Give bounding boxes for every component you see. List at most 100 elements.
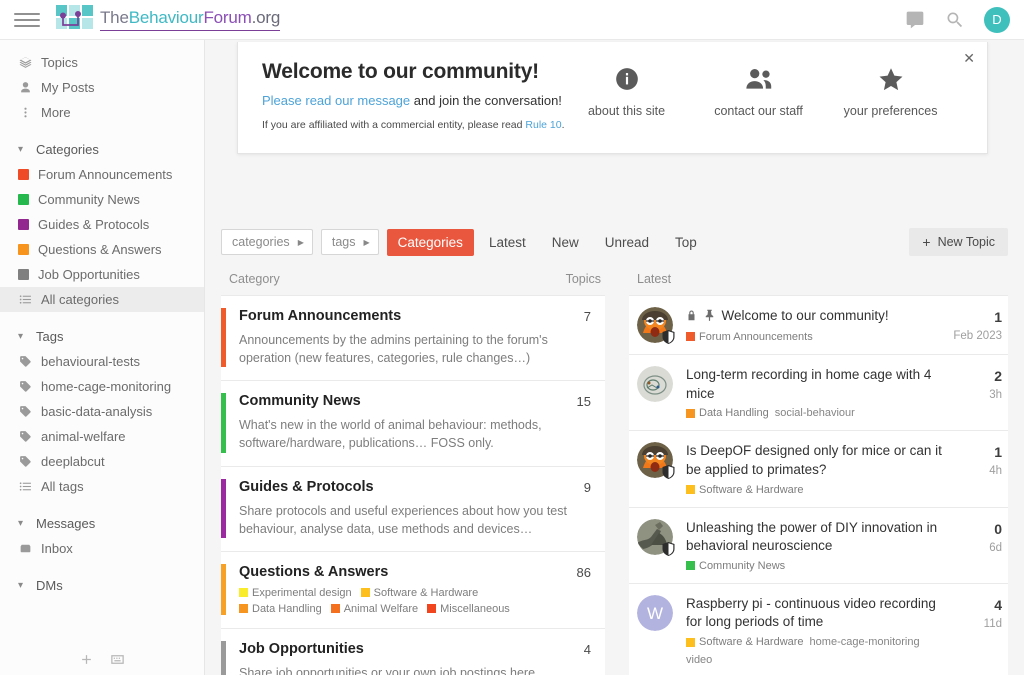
topic-category[interactable]: Forum Announcements: [686, 331, 813, 343]
subcategory-item[interactable]: Experimental design: [239, 587, 352, 599]
your-preferences-action[interactable]: your preferences: [829, 64, 953, 118]
topic-row[interactable]: W Raspberry pi - continuous video record…: [629, 583, 1008, 675]
sidebar-section-messages[interactable]: ▾ Messages: [0, 511, 204, 536]
topic-meta: Software & Hardware home-cage-monitoring…: [686, 636, 950, 666]
read-message-link[interactable]: Please read our message: [262, 93, 410, 108]
sidebar-item-label: Topics: [41, 55, 78, 70]
inbox-icon: [18, 542, 32, 556]
sidebar-item-all-categories[interactable]: All categories: [0, 287, 204, 312]
topic-category[interactable]: Software & Hardware: [686, 484, 804, 496]
topic-title-row[interactable]: Raspberry pi - continuous video recordin…: [686, 595, 950, 632]
topic-title-row[interactable]: Welcome to our community!: [686, 307, 950, 327]
category-row[interactable]: Forum Announcements Announcements by the…: [221, 295, 605, 380]
subcategory-item[interactable]: Software & Hardware: [361, 587, 479, 599]
sidebar-item-tag-behavioural-tests[interactable]: behavioural-tests: [0, 349, 204, 374]
tab-unread[interactable]: Unread: [594, 229, 660, 256]
category-row[interactable]: Community News What's new in the world o…: [221, 380, 605, 465]
subcategory-label: Experimental design: [252, 587, 352, 599]
topic-row[interactable]: Unleashing the power of DIY innovation i…: [629, 507, 1008, 583]
topic-title: Raspberry pi - continuous video recordin…: [686, 596, 936, 630]
sidebar-item-label: Forum Announcements: [38, 167, 172, 182]
avatar[interactable]: [637, 442, 673, 478]
sidebar-item-all-tags[interactable]: All tags: [0, 474, 204, 499]
about-this-site-action[interactable]: about this site: [565, 64, 689, 118]
category-row[interactable]: Guides & Protocols Share protocols and u…: [221, 466, 605, 551]
plus-icon[interactable]: [79, 652, 94, 667]
sidebar-item-label: animal-welfare: [41, 429, 126, 444]
topic-tag[interactable]: social-behaviour: [775, 407, 855, 419]
category-row[interactable]: Job Opportunities Share job opportunitie…: [221, 628, 605, 675]
sidebar-item-my-posts[interactable]: My Posts: [0, 75, 204, 100]
fineprint-suffix: .: [562, 119, 565, 131]
sidebar-item-inbox[interactable]: Inbox: [0, 536, 204, 561]
tag-icon: [18, 405, 32, 419]
sidebar-item-topics[interactable]: Topics: [0, 50, 204, 75]
sidebar-section-categories[interactable]: ▾ Categories: [0, 137, 204, 162]
user-avatar[interactable]: D: [984, 7, 1010, 33]
sidebar-item-forum-announcements[interactable]: Forum Announcements: [0, 162, 204, 187]
tab-categories[interactable]: Categories: [387, 229, 474, 256]
categories-selector[interactable]: categories ▶: [221, 229, 313, 255]
svg-text:W: W: [647, 604, 663, 623]
sidebar-item-tag-animal-welfare[interactable]: animal-welfare: [0, 424, 204, 449]
topic-row[interactable]: Long-term recording in home cage with 4 …: [629, 354, 1008, 430]
topic-category[interactable]: Community News: [686, 560, 785, 572]
topic-tag[interactable]: home-cage-monitoring: [810, 636, 920, 648]
close-icon[interactable]: ✕: [963, 51, 975, 65]
category-body: Guides & Protocols Share protocols and u…: [239, 479, 574, 538]
subcategory-item[interactable]: Miscellaneous: [427, 603, 510, 615]
banner-fineprint: If you are affiliated with a commercial …: [262, 119, 565, 131]
category-color-swatch: [686, 485, 695, 494]
category-row[interactable]: Questions & Answers Experimental design …: [221, 551, 605, 628]
contact-our-staff-action[interactable]: contact our staff: [697, 64, 821, 118]
rule-10-link[interactable]: Rule 10: [525, 119, 561, 131]
sidebar-item-guides-protocols[interactable]: Guides & Protocols: [0, 212, 204, 237]
hamburger-icon[interactable]: [14, 7, 40, 33]
tab-new[interactable]: New: [541, 229, 590, 256]
sidebar-item-tag-deeplabcut[interactable]: deeplabcut: [0, 449, 204, 474]
avatar[interactable]: [637, 519, 673, 555]
sidebar-item-tag-home-cage-monitoring[interactable]: home-cage-monitoring: [0, 374, 204, 399]
topic-title-row[interactable]: Is DeepOF designed only for mice or can …: [686, 442, 950, 479]
subcategory-color-swatch: [239, 588, 248, 597]
chevron-down-icon: ▾: [18, 518, 28, 529]
topic-category-label: Community News: [699, 560, 785, 572]
tags-selector[interactable]: tags ▶: [321, 229, 379, 255]
topic-title-row[interactable]: Long-term recording in home cage with 4 …: [686, 366, 950, 403]
search-icon[interactable]: [944, 9, 966, 31]
app-header: TheBehaviourForum.org D: [0, 0, 1024, 40]
sidebar-item-community-news[interactable]: Community News: [0, 187, 204, 212]
topic-row[interactable]: Welcome to our community! Forum Announce…: [629, 295, 1008, 354]
plus-icon: +: [922, 235, 930, 249]
topic-row[interactable]: Is DeepOF designed only for mice or can …: [629, 430, 1008, 506]
new-topic-button[interactable]: + New Topic: [909, 228, 1008, 256]
sidebar-item-job-opportunities[interactable]: Job Opportunities: [0, 262, 204, 287]
sidebar-item-tag-basic-data-analysis[interactable]: basic-data-analysis: [0, 399, 204, 424]
sidebar-item-more[interactable]: More: [0, 100, 204, 125]
subcategory-color-swatch: [331, 604, 340, 613]
sidebar-section-tags[interactable]: ▾ Tags: [0, 324, 204, 349]
topic-age: 11d: [950, 618, 1002, 630]
avatar[interactable]: W: [637, 595, 673, 631]
category-topic-count: 15: [567, 393, 591, 452]
subcategory-item[interactable]: Animal Welfare: [331, 603, 418, 615]
topic-tag[interactable]: video: [686, 654, 712, 666]
tab-latest[interactable]: Latest: [478, 229, 537, 256]
subcategory-item[interactable]: Data Handling: [239, 603, 322, 615]
sidebar-item-questions-answers[interactable]: Questions & Answers: [0, 237, 204, 262]
sidebar-section-dms[interactable]: ▾ DMs: [0, 573, 204, 598]
tab-top[interactable]: Top: [664, 229, 708, 256]
topic-category[interactable]: Software & Hardware: [686, 636, 804, 648]
avatar[interactable]: [637, 307, 673, 343]
category-name: Guides & Protocols: [239, 479, 574, 495]
sidebar-item-label: Job Opportunities: [38, 267, 140, 282]
topic-category[interactable]: Data Handling: [686, 407, 769, 419]
chat-bubble-icon[interactable]: [904, 9, 926, 31]
keyboard-icon[interactable]: [110, 652, 125, 667]
user-icon: [18, 81, 32, 95]
topic-title-row[interactable]: Unleashing the power of DIY innovation i…: [686, 519, 950, 556]
avatar[interactable]: [637, 366, 673, 402]
topic-category-label: Software & Hardware: [699, 484, 804, 496]
site-logo[interactable]: TheBehaviourForum.org: [56, 5, 280, 35]
subcategory-color-swatch: [427, 604, 436, 613]
